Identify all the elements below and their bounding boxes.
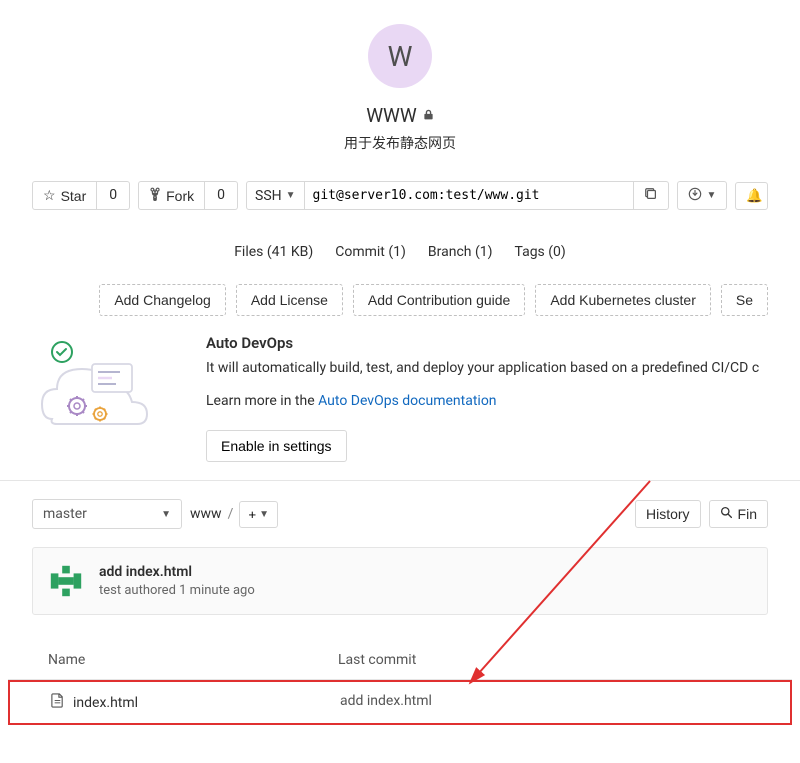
chevron-down-icon: ▼ [286,190,296,201]
fork-count[interactable]: 0 [205,181,238,210]
stats-branches[interactable]: Branch (1) [428,244,493,260]
stats-tags[interactable]: Tags (0) [515,244,566,260]
enable-settings-button[interactable]: Enable in settings [206,430,347,462]
project-avatar: W [368,24,432,88]
setup-cicd-button[interactable]: Se [721,284,768,316]
protocol-dropdown[interactable]: SSH ▼ [246,181,305,210]
column-name-header: Name [48,652,338,668]
last-commit-message[interactable]: add index.html [99,564,255,580]
find-file-button[interactable]: Fin [709,500,768,528]
copy-url-button[interactable] [633,181,669,210]
stats-commits[interactable]: Commit (1) [335,244,406,260]
commit-author-identicon [47,562,85,600]
file-name: index.html [73,695,138,711]
branch-select[interactable]: master ▼ [32,499,182,529]
fork-button[interactable]: Fork [138,181,205,210]
chevron-down-icon: ▼ [161,509,171,520]
star-label: Star [61,188,87,204]
lock-icon [423,109,434,123]
file-row[interactable]: index.html add index.html [10,682,790,723]
stats-files[interactable]: Files (41 KB) [234,244,313,260]
breadcrumb-root[interactable]: www [190,506,222,522]
add-file-dropdown[interactable]: + ▼ [239,501,278,528]
devops-illustration [32,334,182,444]
project-name: WWW [366,104,417,127]
star-count[interactable]: 0 [97,181,130,210]
branch-name: master [43,506,87,522]
file-icon [50,693,65,712]
add-changelog-button[interactable]: Add Changelog [99,284,226,316]
download-dropdown[interactable]: ▼ [677,181,727,210]
chevron-down-icon: ▼ [706,190,716,201]
avatar-letter: W [388,40,413,73]
star-icon: ☆ [43,187,56,204]
bell-icon: 🔔 [746,188,763,204]
devops-title: Auto DevOps [206,334,759,352]
column-commit-header: Last commit [338,652,752,668]
download-icon [688,187,702,204]
find-label: Fin [738,506,757,522]
devops-doc-link[interactable]: Auto DevOps documentation [318,393,496,409]
clone-url-input[interactable] [305,181,634,210]
fork-label: Fork [166,188,194,204]
fork-icon [149,187,161,204]
search-icon [720,506,733,522]
add-license-button[interactable]: Add License [236,284,343,316]
protocol-label: SSH [255,188,282,204]
file-last-commit[interactable]: add index.html [340,693,750,712]
devops-learn-prefix: Learn more in the [206,393,318,409]
last-commit-meta: test authored 1 minute ago [99,583,255,598]
history-button[interactable]: History [635,500,701,528]
plus-icon: + [248,507,256,522]
copy-icon [644,189,658,204]
add-kubernetes-button[interactable]: Add Kubernetes cluster [535,284,711,316]
star-button[interactable]: ☆ Star [32,181,97,210]
project-description: 用于发布静态网页 [0,133,800,153]
breadcrumb-separator: / [228,506,234,522]
devops-description: It will automatically build, test, and d… [206,358,759,379]
chevron-down-icon: ▼ [259,509,269,520]
notification-dropdown[interactable]: 🔔 [735,182,768,210]
add-contribution-button[interactable]: Add Contribution guide [353,284,525,316]
